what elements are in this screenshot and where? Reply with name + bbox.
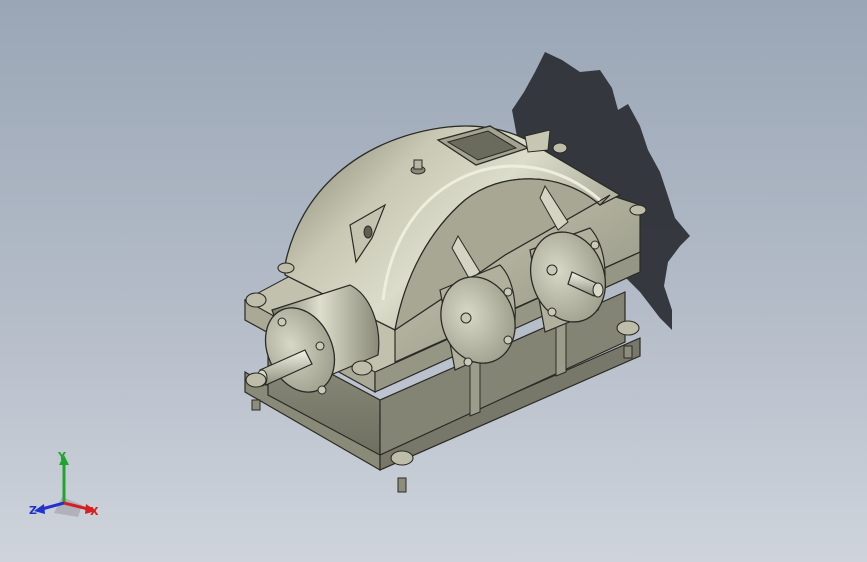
graphics-viewport[interactable]: Y X Z: [0, 0, 867, 562]
hex-bolt: [245, 292, 267, 308]
output-shaft-end: [592, 282, 604, 298]
triad-x-label: X: [90, 505, 99, 518]
vent-plug-stem: [413, 159, 423, 170]
hex-bolt: [277, 262, 295, 274]
cap-bolt: [590, 240, 600, 250]
cap-bolt: [315, 341, 325, 351]
hex-bolt: [245, 372, 267, 388]
cap-bolt: [463, 357, 473, 367]
hex-bolt: [629, 204, 647, 216]
cap-bolt: [503, 335, 513, 345]
housing-rib: [469, 356, 481, 417]
gearbox-model-scene[interactable]: [0, 0, 867, 562]
cap-bolt: [547, 307, 557, 317]
cap-bolt: [277, 317, 287, 327]
triad-z-label: Z: [29, 504, 37, 517]
cap-bolt: [503, 287, 513, 297]
cap-bolt: [546, 264, 558, 276]
cap-bolt: [460, 312, 472, 324]
triad-y-label: Y: [58, 450, 66, 463]
hex-bolt: [351, 360, 373, 376]
cap-bolt: [317, 385, 327, 395]
hex-bolt: [390, 450, 414, 466]
hex-bolt: [616, 320, 640, 336]
lifting-lug-hole: [363, 225, 373, 239]
hex-bolt: [552, 142, 568, 154]
